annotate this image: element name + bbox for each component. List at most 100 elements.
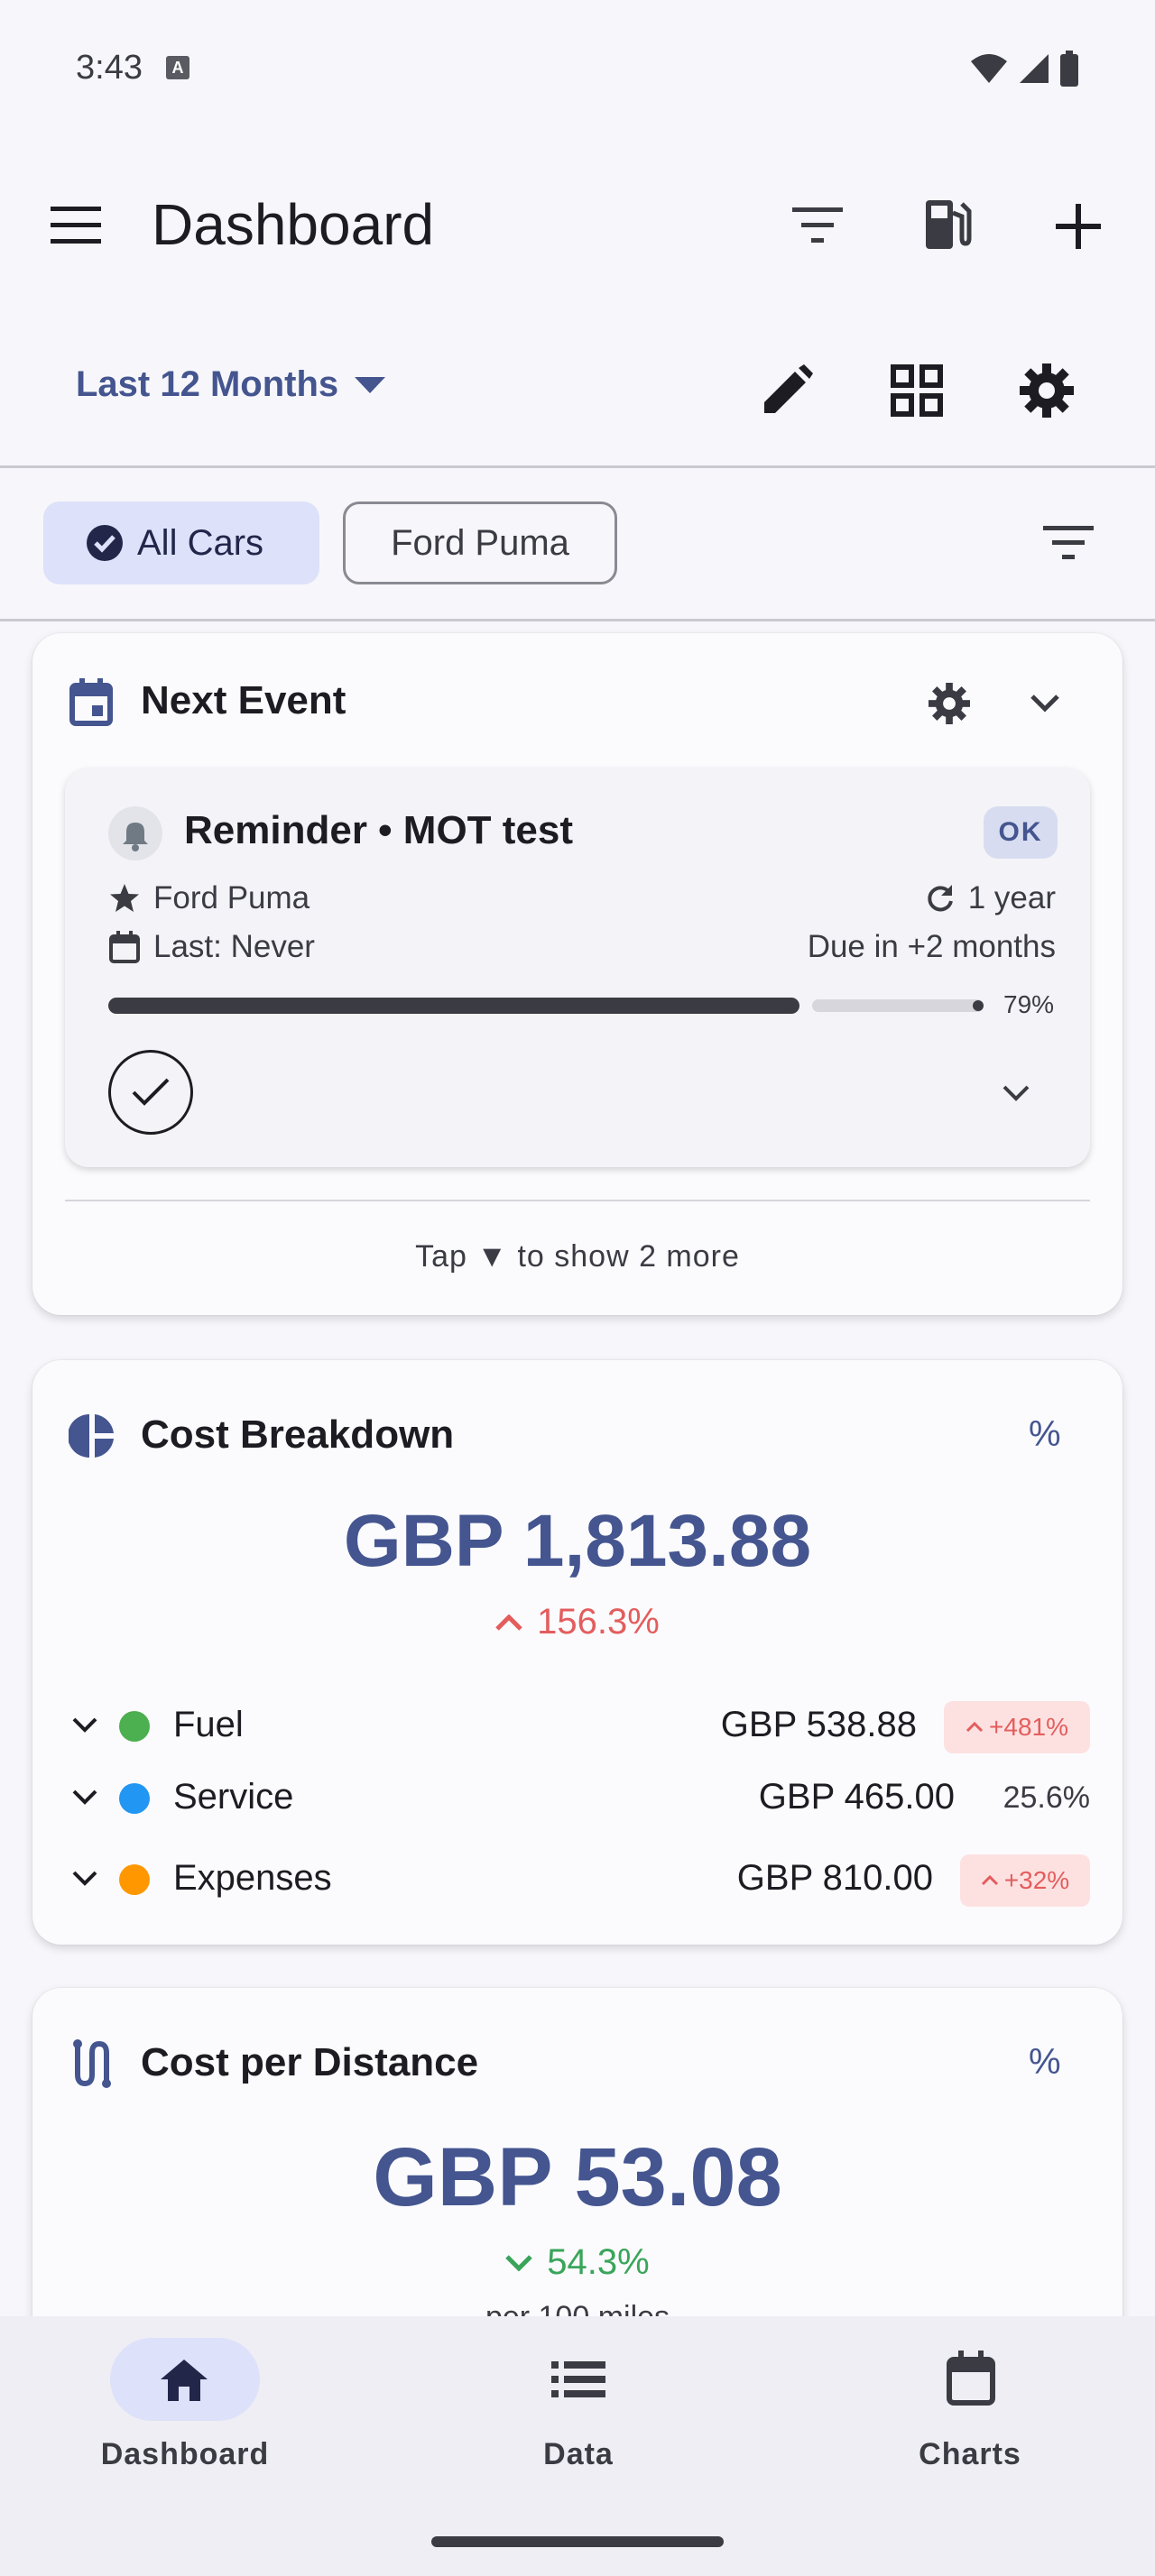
home-icon — [161, 2360, 208, 2401]
reminder-car: Ford Puma — [108, 880, 310, 916]
gesture-handle — [431, 2536, 724, 2547]
chip-all-cars[interactable]: All Cars — [43, 501, 319, 584]
breakdown-label: Service — [173, 1777, 294, 1817]
pie-chart-icon — [69, 1412, 116, 1459]
breakdown-amount: GBP 810.00 — [736, 1858, 933, 1898]
progress-remaining — [812, 999, 984, 1012]
nav-label: Data — [543, 2437, 614, 2471]
notification-icon: A — [166, 56, 189, 79]
calendar-icon — [947, 2351, 995, 2406]
battery-icon — [1060, 51, 1078, 87]
page-title: Dashboard — [152, 192, 435, 257]
chip-all-cars-label: All Cars — [137, 522, 264, 563]
progress-label: 79% — [1003, 990, 1055, 1018]
add-fuel-button[interactable] — [919, 193, 976, 254]
breakdown-change-badge: +481% — [944, 1701, 1090, 1753]
layout-button[interactable] — [884, 361, 949, 420]
nav-item-dashboard[interactable]: Dashboard — [0, 2338, 370, 2471]
breakdown-share: 25.6% — [1003, 1780, 1090, 1815]
progress-end-dot — [973, 1000, 984, 1011]
cost-breakdown-change: 156.3% — [32, 1602, 1123, 1642]
reminder-car-label: Ford Puma — [153, 880, 310, 915]
cost-per-distance-total: GBP 53.08 — [373, 2131, 782, 2223]
cost-per-distance-title: Cost per Distance — [141, 2040, 479, 2084]
add-button[interactable] — [1050, 198, 1106, 254]
nav-item-charts[interactable]: Charts — [785, 2338, 1155, 2471]
grid-icon — [891, 364, 943, 417]
range-label: Last 12 Months — [76, 364, 339, 404]
fuel-pump-icon — [926, 200, 972, 249]
calendar-icon — [109, 931, 140, 963]
breakdown-row-expenses[interactable]: Expenses GBP 810.00 +32% — [72, 1854, 1090, 1907]
divider — [65, 1200, 1090, 1201]
chevron-down-icon — [72, 1789, 97, 1805]
complete-button[interactable] — [108, 1050, 193, 1135]
settings-button[interactable] — [1014, 359, 1079, 422]
cost-breakdown-percent-toggle[interactable]: % — [1029, 1414, 1061, 1455]
status-badge: OK — [984, 806, 1058, 859]
chevron-down-icon — [1003, 1085, 1030, 1101]
reminder-title: Reminder • MOT test — [184, 808, 574, 852]
breakdown-amount: GBP 538.88 — [720, 1705, 917, 1744]
reminder-expand-button[interactable] — [996, 1079, 1036, 1108]
edit-button[interactable] — [754, 359, 819, 422]
cost-breakdown-change-value: 156.3% — [537, 1602, 660, 1642]
breakdown-amount: GBP 465.00 — [758, 1777, 955, 1817]
next-event-collapse-button[interactable] — [1023, 687, 1067, 720]
arrow-up-icon — [981, 1875, 998, 1886]
filter-button[interactable] — [789, 198, 846, 253]
star-icon — [110, 884, 139, 912]
settings-icon — [929, 683, 970, 724]
route-icon — [70, 2038, 114, 2089]
menu-button[interactable] — [49, 198, 103, 253]
reminder-last: Last: Never — [108, 929, 315, 965]
calendar-icon — [69, 678, 114, 727]
chip-ford-puma[interactable]: Ford Puma — [343, 501, 617, 584]
edit-icon — [764, 364, 813, 413]
breakdown-change-value: +32% — [1003, 1866, 1070, 1894]
service-color-dot — [119, 1783, 150, 1814]
breakdown-change-badge: +32% — [960, 1854, 1090, 1907]
chip-filter-button[interactable] — [1040, 523, 1097, 563]
status-time: 3:43 — [76, 49, 143, 87]
chip-ford-puma-label: Ford Puma — [391, 522, 569, 563]
wifi-icon — [971, 54, 1007, 83]
add-icon — [1056, 204, 1101, 249]
breakdown-row-service[interactable]: Service GBP 465.00 25.6% — [72, 1777, 1090, 1820]
chevron-down-icon — [1030, 695, 1059, 713]
dropdown-arrow-icon — [355, 376, 386, 393]
range-selector[interactable]: Last 12 Months — [76, 364, 386, 405]
filter-icon — [1043, 526, 1094, 559]
next-event-settings-button[interactable] — [924, 678, 975, 729]
progress-fill — [108, 998, 799, 1014]
signal-icon — [1020, 54, 1049, 83]
breakdown-label: Fuel — [173, 1705, 244, 1744]
breakdown-row-fuel[interactable]: Fuel GBP 538.88 +481% — [72, 1701, 1090, 1753]
fuel-color-dot — [119, 1711, 150, 1742]
cost-per-distance-change: 54.3% — [32, 2242, 1123, 2283]
cost-breakdown-total: GBP 1,813.88 — [343, 1500, 812, 1582]
bell-icon — [108, 806, 162, 860]
breakdown-change-value: +481% — [989, 1713, 1068, 1741]
show-more-hint[interactable]: Tap ▼ to show 2 more — [32, 1239, 1123, 1274]
filter-icon — [792, 207, 843, 243]
reminder-repeat: 1 year — [925, 880, 1056, 916]
nav-label: Dashboard — [100, 2437, 270, 2471]
cost-per-distance-percent-toggle[interactable]: % — [1029, 2042, 1061, 2083]
reminder-due: Due in +2 months — [807, 929, 1056, 964]
next-event-title: Next Event — [141, 678, 346, 722]
check-circle-icon — [87, 525, 123, 561]
nav-label: Charts — [919, 2437, 1021, 2471]
reminder-progress — [108, 998, 984, 1014]
nav-item-data[interactable]: Data — [393, 2338, 763, 2471]
status-icons — [969, 51, 1079, 87]
arrow-down-icon — [505, 2254, 533, 2271]
chevron-down-icon — [72, 1717, 97, 1733]
arrow-up-icon — [966, 1722, 984, 1733]
reminder-last-label: Last: Never — [153, 929, 315, 964]
check-icon — [132, 1078, 170, 1106]
list-icon — [551, 2361, 605, 2397]
settings-icon — [1020, 363, 1074, 418]
breakdown-label: Expenses — [173, 1858, 332, 1898]
arrow-up-icon — [495, 1614, 522, 1631]
